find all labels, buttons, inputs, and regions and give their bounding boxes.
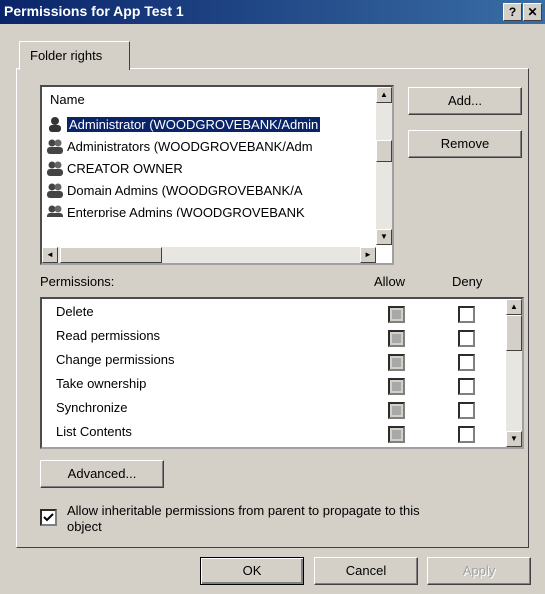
ok-button[interactable]: OK [200,557,304,585]
list-item-label: Domain Admins (WOODGROVEBANK/A [67,183,303,198]
names-horizontal-scrollbar[interactable]: ◄ ► [42,247,376,263]
names-vertical-scrollbar[interactable]: ▲ ▼ [376,87,392,245]
permission-label: Read permissions [56,328,161,343]
allow-checkbox-change-permissions[interactable] [388,354,405,371]
ok-button-label: OK [242,563,262,578]
cancel-button-label: Cancel [345,563,387,578]
scroll-left-icon[interactable]: ◄ [42,247,58,263]
apply-button[interactable]: Apply [427,557,531,585]
remove-button-label: Remove [440,136,490,151]
scroll-down-icon[interactable]: ▼ [376,229,392,245]
permissions-list[interactable]: ▲ ▼ Delete Read permissions Change permi… [40,297,524,449]
checkmark-icon [43,513,54,522]
perm-scroll-thumb[interactable] [506,315,522,351]
inherit-label-line1: Allow inheritable permissions from paren… [67,503,420,518]
deny-checkbox-synchronize[interactable] [458,402,475,419]
list-item[interactable]: Enterprise Admins (WOODGROVEBANK [46,203,305,217]
permissions-scrollbar[interactable]: ▲ ▼ [506,299,522,447]
permission-row-synchronize: Synchronize [56,397,128,419]
cancel-button[interactable]: Cancel [314,557,418,585]
deny-header: Deny [452,274,483,289]
deny-checkbox-list-contents[interactable] [458,426,475,443]
perm-scroll-down-icon[interactable]: ▼ [506,431,522,447]
group-icon [47,183,63,198]
permission-label: Take ownership [56,376,147,391]
advanced-button-label: Advanced... [67,466,137,481]
permission-label: List Contents [56,424,132,439]
close-button[interactable]: ✕ [523,3,542,21]
permission-row-list-contents: List Contents [56,421,132,443]
allow-checkbox-take-ownership[interactable] [388,378,405,395]
inherit-label: Allow inheritable permissions from paren… [67,503,420,535]
list-item[interactable]: CREATOR OWNER [46,159,183,179]
allow-checkbox-delete[interactable] [388,306,405,323]
window-title: Permissions for App Test 1 [4,3,184,19]
user-icon [49,117,61,132]
add-button[interactable]: Add... [408,87,522,115]
apply-button-label: Apply [462,563,496,578]
group-icon [47,139,63,154]
permission-label: Synchronize [56,400,128,415]
inherit-label-line2: object [67,519,102,534]
title-bar: Permissions for App Test 1 ? ✕ [0,0,545,24]
list-item[interactable]: Domain Admins (WOODGROVEBANK/A [46,181,303,201]
scroll-right-icon[interactable]: ► [360,247,376,263]
permission-row-take-ownership: Take ownership [56,373,146,395]
allow-checkbox-read-permissions[interactable] [388,330,405,347]
deny-checkbox-delete[interactable] [458,306,475,323]
help-button[interactable]: ? [503,3,522,21]
permission-label: Change permissions [56,352,175,367]
inherit-checkbox[interactable] [40,509,57,526]
names-list[interactable]: Name ▲ ▼ ◄ ► Administrator (WOODGROVEBAN… [40,85,394,265]
permission-row-change-permissions: Change permissions [56,349,175,371]
group-icon [47,161,63,176]
scroll-hthumb[interactable] [60,247,162,263]
list-item-label: Administrator (WOODGROVEBANK/Admin [67,117,321,132]
allow-checkbox-synchronize[interactable] [388,402,405,419]
list-item-label: CREATOR OWNER [67,161,183,176]
list-item-label: Administrators (WOODGROVEBANK/Adm [67,139,313,154]
list-item[interactable]: Administrator (WOODGROVEBANK/Admin [46,115,321,135]
permissions-label: Permissions: [40,274,115,289]
list-item-label: Enterprise Admins (WOODGROVEBANK [67,205,305,217]
add-button-label: Add... [448,93,482,108]
deny-checkbox-read-permissions[interactable] [458,330,475,347]
permission-label: Delete [56,304,94,319]
permission-row-read-permissions: Read permissions [56,325,160,347]
list-item[interactable]: Administrators (WOODGROVEBANK/Adm [46,137,313,157]
tab-folder-rights[interactable]: Folder rights [19,41,130,70]
permission-row-delete: Delete [56,301,94,323]
tab-label: Folder rights [30,48,103,63]
advanced-button[interactable]: Advanced... [40,460,164,488]
group-icon [47,205,63,217]
scroll-up-icon[interactable]: ▲ [376,87,392,103]
allow-checkbox-list-contents[interactable] [388,426,405,443]
allow-header: Allow [374,274,406,289]
names-header: Name [50,92,85,107]
perm-scroll-up-icon[interactable]: ▲ [506,299,522,315]
scroll-thumb[interactable] [376,140,392,162]
deny-checkbox-change-permissions[interactable] [458,354,475,371]
deny-checkbox-take-ownership[interactable] [458,378,475,395]
remove-button[interactable]: Remove [408,130,522,158]
